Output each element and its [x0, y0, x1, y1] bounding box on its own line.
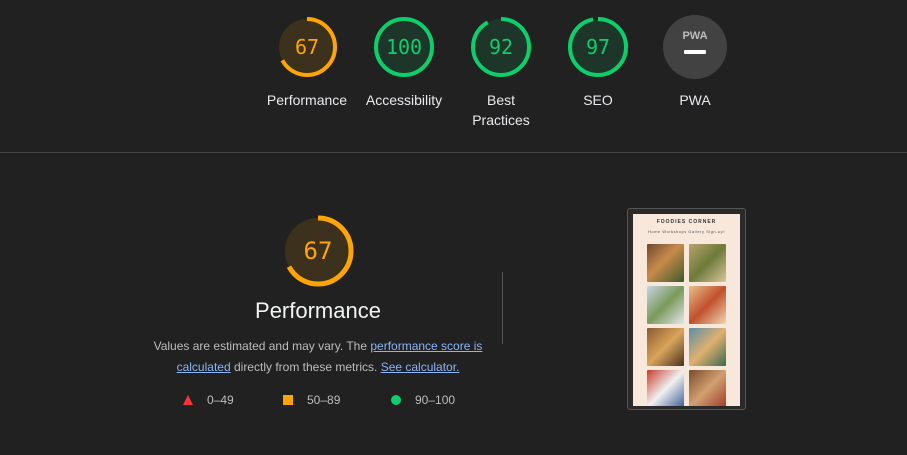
food-photo	[689, 370, 726, 406]
legend-fail-label: 0–49	[207, 393, 234, 407]
pwa-badge-text: PWA	[682, 30, 707, 42]
desc-text-2: directly from these metrics.	[230, 360, 381, 374]
food-photo	[689, 286, 726, 324]
page-screenshot: FOODIES CORNER Home Workshops Gallery Si…	[633, 214, 740, 406]
gauge-best-practices-label: Best Practices	[472, 92, 530, 128]
food-photo	[647, 328, 684, 366]
food-photo	[689, 328, 726, 366]
food-photo	[689, 244, 726, 282]
performance-detail-title: Performance	[255, 298, 381, 323]
performance-detail-score: 67	[304, 237, 333, 265]
desc-text-1: Values are estimated and may vary. The	[153, 339, 371, 353]
gauge-accessibility[interactable]: 100 Accessibility	[356, 15, 452, 110]
gauge-pwa[interactable]: PWA PWA	[647, 15, 743, 110]
final-screenshot-thumbnail[interactable]: FOODIES CORNER Home Workshops Gallery Si…	[627, 208, 746, 410]
gauge-seo-label: SEO	[583, 92, 613, 108]
gauge-best-practices-ring: 92	[471, 17, 531, 77]
gauge-accessibility-ring: 100	[374, 17, 434, 77]
gauge-best-practices[interactable]: 92 Best Practices	[453, 15, 549, 130]
performance-detail-ring: 67	[282, 215, 354, 287]
legend-average: 50–89	[283, 393, 340, 407]
screenshot-photo-grid	[647, 244, 726, 406]
gauge-performance-label: Performance	[266, 92, 348, 108]
performance-description: Values are estimated and may vary. The p…	[150, 336, 486, 378]
gauge-performance-score: 67	[295, 35, 319, 59]
food-photo	[647, 286, 684, 324]
vertical-divider	[502, 272, 503, 344]
gauge-seo-ring: 97	[568, 17, 628, 77]
performance-detail-gauge: 67	[280, 213, 356, 289]
gauge-best-practices-score: 92	[489, 35, 513, 59]
section-divider	[0, 152, 907, 153]
screenshot-site-title: FOODIES CORNER	[656, 219, 717, 225]
legend-pass-label: 90–100	[415, 393, 456, 407]
category-gauges: 67 Performance 100 Accessibility 92 Best…	[0, 0, 907, 152]
gauge-seo-score: 97	[586, 35, 610, 59]
fail-triangle-icon	[183, 395, 193, 405]
gauge-performance-ring: 67	[277, 17, 337, 77]
pwa-badge-icon: PWA	[663, 15, 727, 79]
gauge-seo[interactable]: 97 SEO	[550, 15, 646, 110]
legend-fail: 0–49	[183, 393, 234, 407]
food-photo	[647, 244, 684, 282]
food-photo	[647, 370, 684, 406]
legend-average-label: 50–89	[307, 393, 341, 407]
gauge-accessibility-label: Accessibility	[365, 92, 443, 108]
pass-circle-icon	[391, 395, 401, 405]
legend-pass: 90–100	[391, 393, 455, 407]
gauge-performance[interactable]: 67 Performance	[259, 15, 355, 110]
gauge-pwa-label: PWA	[679, 92, 711, 108]
gauge-accessibility-score: 100	[386, 35, 422, 59]
screenshot-nav: Home Workshops Gallery Sign-up!	[647, 229, 725, 234]
average-square-icon	[283, 395, 293, 405]
see-calculator-link[interactable]: See calculator.	[381, 360, 460, 374]
